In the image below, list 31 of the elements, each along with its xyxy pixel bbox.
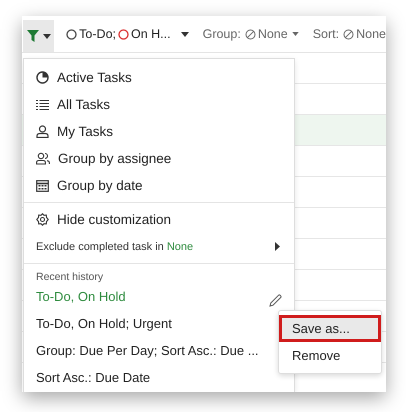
caret-icon[interactable] (292, 32, 299, 36)
filter-icon (26, 30, 39, 42)
calendar-icon (36, 179, 49, 192)
pencil-icon[interactable] (269, 294, 282, 307)
filter-button[interactable] (23, 20, 54, 52)
menu-item[interactable]: All Tasks (24, 91, 294, 118)
caret-icon[interactable] (180, 32, 189, 36)
sort-value[interactable]: None (356, 27, 386, 41)
status-filter-label[interactable]: To-Do; (79, 27, 116, 41)
history-item[interactable]: To-Do, On Hold (24, 283, 294, 310)
menu-item[interactable]: Group by date (24, 172, 294, 199)
status-filter-label[interactable]: On H... (131, 27, 171, 41)
group-label: Group: (202, 27, 241, 41)
settings-icon (36, 213, 49, 226)
sort-label: Sort: (312, 27, 340, 41)
menu-item[interactable]: Hide customization (24, 206, 294, 233)
section-title: Recent history (35, 270, 104, 283)
pie-chart-icon (36, 71, 49, 84)
menu-item[interactable]: Exclude completed task in None (24, 233, 294, 260)
menu-item[interactable]: My Tasks (24, 118, 294, 145)
none-icon (343, 28, 354, 40)
people-icon (36, 152, 50, 165)
submenu-arrow-icon (275, 242, 280, 251)
menu-item[interactable]: Group by assignee (24, 145, 294, 172)
person-icon (36, 125, 49, 138)
caret-icon (42, 34, 51, 38)
group-value[interactable]: None (258, 27, 288, 41)
none-icon (244, 28, 256, 40)
menu-item[interactable]: Active Tasks (24, 64, 294, 91)
list-icon (36, 98, 49, 110)
context-menu-item[interactable]: Save as... (279, 315, 381, 342)
